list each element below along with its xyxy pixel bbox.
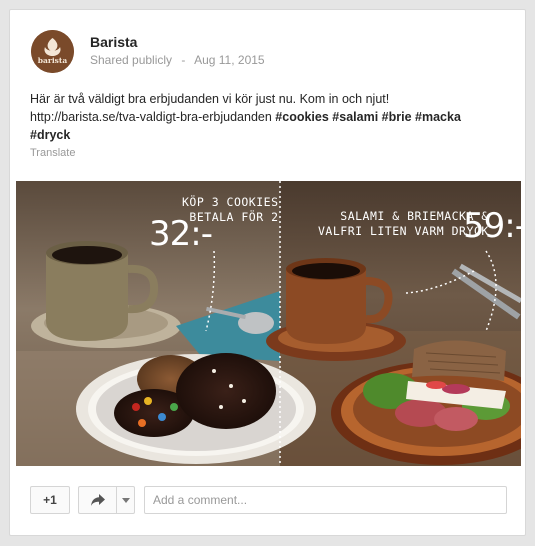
offer-left-line1: Köp 3 cookies bbox=[182, 195, 279, 209]
meta-separator: - bbox=[181, 53, 186, 67]
post-text: Här är två väldigt bra erbjudanden vi kö… bbox=[30, 90, 510, 144]
avatar[interactable]: barista bbox=[31, 30, 74, 73]
post-message: Här är två väldigt bra erbjudanden vi kö… bbox=[30, 92, 390, 106]
post-link[interactable]: http://barista.se/tva-valdigt-bra-erbjud… bbox=[30, 110, 272, 124]
post-meta: Shared publicly - Aug 11, 2015 bbox=[90, 53, 265, 67]
translate-link[interactable]: Translate bbox=[30, 147, 75, 159]
cookie-chocolate bbox=[176, 353, 276, 429]
post-image[interactable]: Köp 3 cookies betala för 2 32:- Salami &… bbox=[16, 181, 521, 466]
cup-left bbox=[46, 253, 128, 341]
barista-logo-icon: barista bbox=[31, 30, 74, 73]
offer-right-price: 59:- bbox=[463, 206, 521, 246]
visibility-label: Shared publicly bbox=[90, 53, 173, 67]
svg-text:barista: barista bbox=[38, 56, 68, 65]
share-button[interactable] bbox=[78, 486, 116, 514]
hashtag[interactable]: #dryck bbox=[30, 128, 70, 142]
cup-right bbox=[286, 269, 366, 344]
sandwich-bread bbox=[412, 340, 506, 381]
comment-input[interactable]: Add a comment... bbox=[144, 486, 507, 514]
offer-left-price: 32:- bbox=[149, 214, 213, 254]
plus-one-button[interactable]: +1 bbox=[30, 486, 70, 514]
chevron-down-icon bbox=[121, 497, 130, 503]
hashtag[interactable]: #salami bbox=[332, 110, 378, 124]
post-card: barista Barista Shared publicly - Aug 11… bbox=[9, 9, 526, 536]
hashtag[interactable]: #cookies bbox=[275, 110, 329, 124]
post-date[interactable]: Aug 11, 2015 bbox=[194, 53, 265, 67]
hashtag[interactable]: #brie bbox=[382, 110, 412, 124]
author-name[interactable]: Barista bbox=[90, 34, 137, 50]
hashtag[interactable]: #macka bbox=[415, 110, 461, 124]
share-dropdown-button[interactable] bbox=[116, 486, 135, 514]
share-icon bbox=[90, 494, 105, 506]
